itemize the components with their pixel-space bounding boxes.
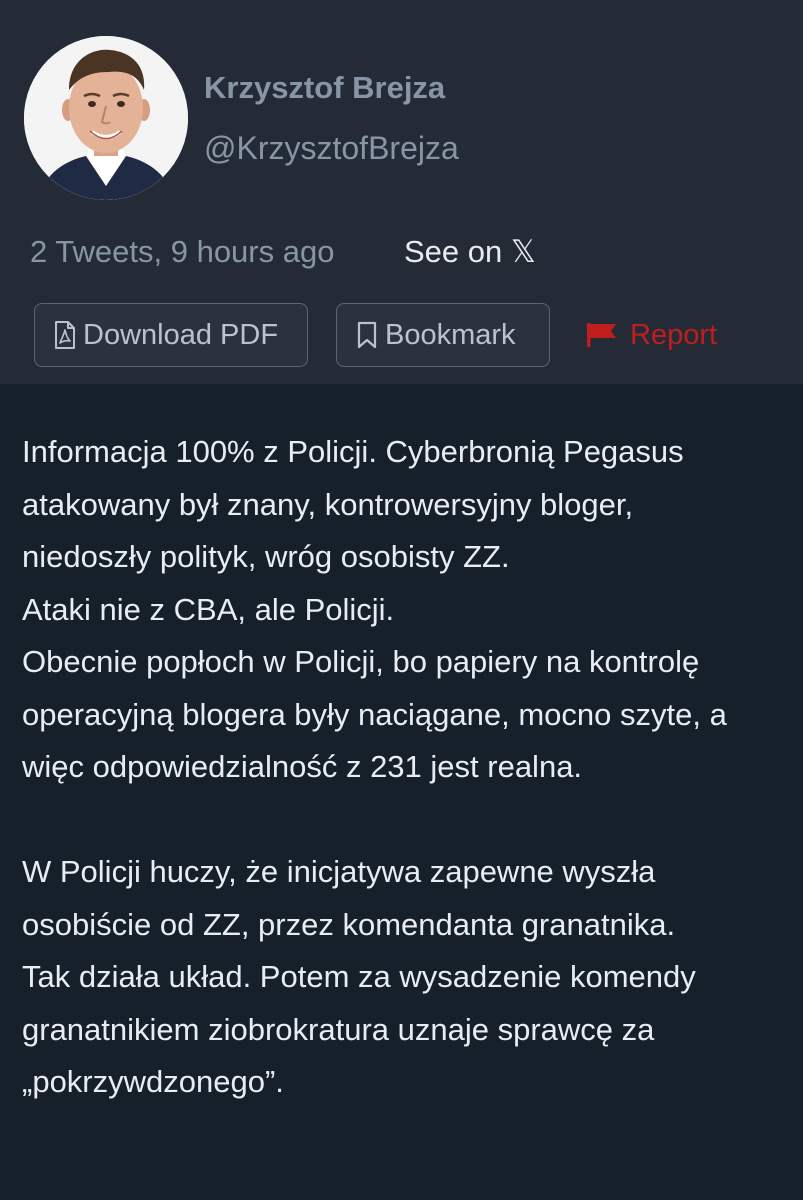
download-pdf-label: Download PDF — [83, 318, 279, 351]
tweet-line: Informacja 100% z Policji. Cyberbronią P… — [22, 434, 684, 469]
flag-icon — [586, 322, 618, 348]
download-pdf-button[interactable]: Download PDF — [34, 303, 308, 367]
author-name[interactable]: Krzysztof Brejza — [204, 70, 445, 106]
report-button[interactable]: Report — [586, 313, 717, 357]
bookmark-button[interactable]: Bookmark — [336, 303, 550, 367]
tweet-line: atakowany był znany, kontrowersyjny blog… — [22, 486, 634, 522]
avatar[interactable] — [24, 36, 188, 200]
avatar-photo — [24, 36, 188, 200]
tweet-line: granatnikiem ziobrokratura uznaje sprawc… — [22, 1011, 655, 1047]
tweet-line: Ataki nie z CBA, ale Policji. — [22, 591, 395, 627]
tweet-line: operacyjną blogera były naciągane, mocno… — [22, 696, 727, 732]
author-handle[interactable]: @KrzysztofBrejza — [204, 130, 459, 167]
tweet-line: Obecnie popłoch w Policji, bo papiery na… — [22, 644, 700, 679]
report-label: Report — [630, 318, 718, 351]
see-on-x-link[interactable]: See on 𝕏 — [404, 234, 536, 270]
tweet-line: W Policji huczy, że inicjatywa zapewne w… — [22, 854, 656, 889]
tweet-line: niedoszły polityk, wróg osobisty ZZ. — [22, 539, 510, 574]
bookmark-label: Bookmark — [385, 318, 516, 351]
pdf-file-icon — [53, 320, 77, 350]
thread-header: Krzysztof Brejza @KrzysztofBrejza 2 Twee… — [0, 0, 803, 384]
bookmark-icon — [355, 320, 379, 350]
tweet-line: więc odpowiedzialność z 231 jest realna. — [22, 749, 583, 784]
tweet-line: osobiście od ZZ, przez komendanta granat… — [22, 906, 676, 942]
thread-meta: 2 Tweets, 9 hours ago — [30, 234, 335, 269]
tweet-line: Tak działa układ. Potem za wysadzenie ko… — [22, 959, 696, 994]
tweet-line: „pokrzywdzonego”. — [22, 1064, 284, 1099]
tweet-body: Informacja 100% z Policji. Cyberbronią P… — [22, 426, 792, 1109]
